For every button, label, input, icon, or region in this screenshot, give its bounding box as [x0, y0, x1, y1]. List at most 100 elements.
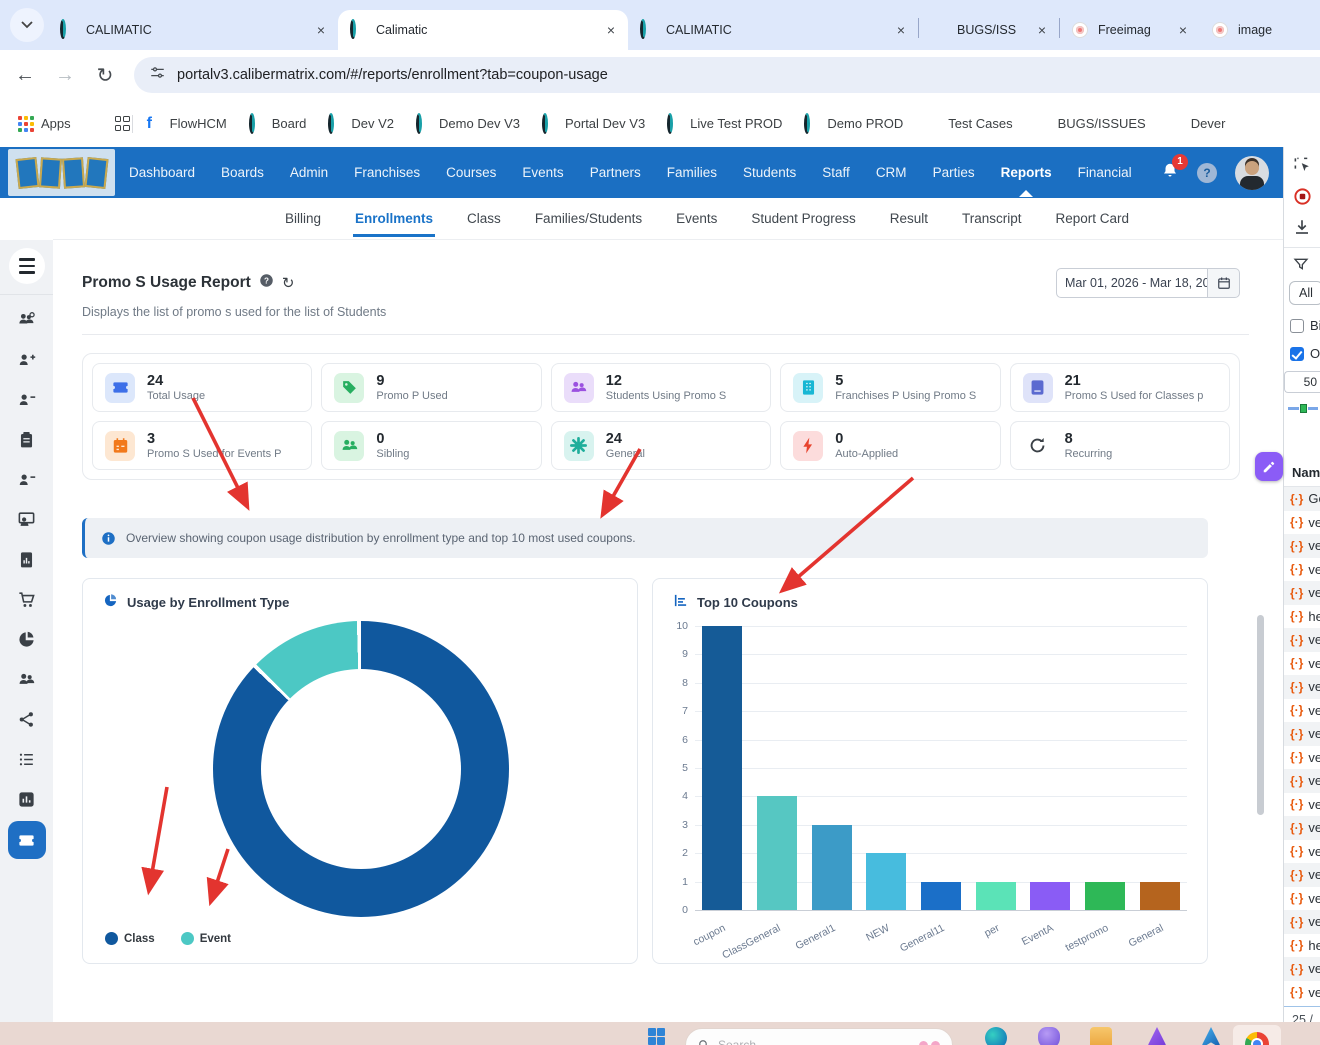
- browser-tab[interactable]: Calimatic ×: [338, 10, 628, 50]
- bookmark-item[interactable]: Dev V2: [328, 112, 394, 134]
- sidebar-item-list-icon[interactable]: [7, 739, 47, 779]
- nav-item-crm[interactable]: CRM: [876, 165, 907, 180]
- reload-icon[interactable]: ↻: [90, 63, 120, 88]
- sidebar-item-cart-icon[interactable]: [7, 579, 47, 619]
- azure-icon[interactable]: [1200, 1027, 1222, 1045]
- tab-close-icon[interactable]: ×: [604, 22, 618, 38]
- bar-coupon[interactable]: [702, 626, 743, 910]
- sidebar-item-share-icon[interactable]: [7, 699, 47, 739]
- bar-EventA[interactable]: [1030, 881, 1071, 910]
- sidebar-item-user-minus-icon[interactable]: [7, 379, 47, 419]
- taskbar-search[interactable]: Search: [685, 1028, 953, 1045]
- bookmark-item[interactable]: Live Test PROD: [667, 112, 782, 134]
- selector-row[interactable]: {·}ve: [1284, 981, 1320, 1005]
- sidebar-item-people-icon[interactable]: [7, 659, 47, 699]
- subnav-tab-report-card[interactable]: Report Card: [1053, 200, 1131, 237]
- nav-item-staff[interactable]: Staff: [822, 165, 850, 180]
- people-app-icon[interactable]: [1038, 1027, 1060, 1045]
- browser-tab[interactable]: image: [1200, 10, 1288, 50]
- browser-tab[interactable]: CALIMATIC ×: [48, 10, 338, 50]
- element-select-icon[interactable]: [1293, 156, 1320, 178]
- sidebar-item-clipboard-icon[interactable]: [7, 419, 47, 459]
- selector-row[interactable]: {·}ve: [1284, 840, 1320, 864]
- selector-row[interactable]: {·}ve: [1284, 581, 1320, 605]
- tab-close-icon[interactable]: ×: [894, 22, 908, 38]
- page-scrollbar[interactable]: [1257, 615, 1264, 815]
- bookmark-item[interactable]: Dever: [1168, 116, 1226, 132]
- checkbox-row-1[interactable]: Bi: [1290, 318, 1320, 333]
- bar-General1[interactable]: [811, 824, 852, 910]
- designer-icon[interactable]: [1146, 1027, 1168, 1045]
- record-stop-icon[interactable]: [1293, 187, 1320, 209]
- browser-tab[interactable]: BUGS/ISS ×: [919, 10, 1059, 50]
- selector-row[interactable]: {·}Ge: [1284, 487, 1320, 511]
- bar-ClassGeneral[interactable]: [757, 796, 797, 910]
- subnav-tab-enrollments[interactable]: Enrollments: [353, 200, 436, 237]
- demo-logo[interactable]: [8, 149, 115, 196]
- selector-row[interactable]: {·}ve: [1284, 722, 1320, 746]
- nav-item-events[interactable]: Events: [522, 165, 563, 180]
- date-range-input[interactable]: Mar 01, 2026 - Mar 18, 202: [1056, 268, 1208, 298]
- selector-row[interactable]: {·}ve: [1284, 793, 1320, 817]
- sidebar-item-user-plus-icon[interactable]: [7, 339, 47, 379]
- forward-icon[interactable]: →: [50, 64, 80, 87]
- legend-item-class[interactable]: Class: [105, 932, 155, 945]
- selector-row[interactable]: {·}ve: [1284, 628, 1320, 652]
- sidebar-item-report-doc-icon[interactable]: [7, 539, 47, 579]
- sidebar-item-bar-square-icon[interactable]: [7, 779, 47, 819]
- selector-row[interactable]: {·}ve: [1284, 769, 1320, 793]
- selector-row[interactable]: {·}ve: [1284, 816, 1320, 840]
- nav-item-franchises[interactable]: Franchises: [354, 165, 420, 180]
- calendar-icon[interactable]: [1208, 268, 1240, 298]
- nav-item-partners[interactable]: Partners: [590, 165, 641, 180]
- edit-pencil-fab[interactable]: [1255, 452, 1283, 481]
- sidebar-item-presentation-icon[interactable]: [7, 499, 47, 539]
- selector-row[interactable]: {·}he: [1284, 934, 1320, 958]
- browser-tab[interactable]: CALIMATIC ×: [628, 10, 918, 50]
- legend-item-event[interactable]: Event: [180, 932, 231, 945]
- selector-row[interactable]: {·}ve: [1284, 910, 1320, 934]
- bookmark-item[interactable]: Test Cases: [925, 116, 1012, 132]
- tab-close-icon[interactable]: ×: [314, 22, 328, 38]
- selector-row[interactable]: {·}ve: [1284, 511, 1320, 535]
- subnav-tab-student-progress[interactable]: Student Progress: [749, 200, 857, 237]
- bar-testpromo[interactable]: [1085, 881, 1125, 910]
- slider-icon[interactable]: [1288, 403, 1318, 413]
- filter-icon[interactable]: [1293, 256, 1320, 275]
- subnav-tab-billing[interactable]: Billing: [283, 200, 323, 237]
- sidebar-item-pie-icon[interactable]: [7, 619, 47, 659]
- subnav-tab-events[interactable]: Events: [674, 200, 719, 237]
- download-icon[interactable]: [1293, 218, 1320, 239]
- selector-row[interactable]: {·}ve: [1284, 746, 1320, 770]
- bookmark-item[interactable]: Portal Dev V3: [541, 112, 645, 134]
- selector-row[interactable]: {·}ve: [1284, 699, 1320, 723]
- avatar[interactable]: [1235, 155, 1269, 190]
- donut-chart[interactable]: [213, 621, 509, 917]
- back-icon[interactable]: ←: [10, 64, 40, 87]
- checkbox-checked[interactable]: [1290, 346, 1304, 361]
- sidebar-item-ticket-icon[interactable]: [7, 821, 46, 859]
- tab-close-icon[interactable]: ×: [1176, 22, 1190, 38]
- selector-row[interactable]: {·}ve: [1284, 652, 1320, 676]
- nav-item-courses[interactable]: Courses: [446, 165, 496, 180]
- selector-row[interactable]: {·}he: [1284, 605, 1320, 629]
- help-icon[interactable]: ?: [1197, 162, 1217, 183]
- bar-NEW[interactable]: [866, 853, 907, 910]
- chrome-taskbar-button[interactable]: [1233, 1025, 1281, 1045]
- nav-item-financial[interactable]: Financial: [1078, 165, 1132, 180]
- tab-close-icon[interactable]: ×: [1035, 22, 1049, 38]
- bookmark-item[interactable]: BUGS/ISSUES: [1035, 116, 1146, 132]
- checkbox-row-2[interactable]: O: [1290, 346, 1320, 361]
- title-refresh-icon[interactable]: ↻: [282, 274, 295, 292]
- checkbox-unchecked[interactable]: [1290, 318, 1304, 333]
- selector-row[interactable]: {·}ve: [1284, 534, 1320, 558]
- site-settings-icon[interactable]: [150, 65, 165, 85]
- bookmark-item[interactable]: Demo Dev V3: [416, 112, 520, 134]
- nav-item-reports[interactable]: Reports: [1001, 165, 1052, 180]
- nav-item-boards[interactable]: Boards: [221, 165, 264, 180]
- nav-item-dashboard[interactable]: Dashboard: [129, 165, 195, 180]
- bar-chart[interactable]: 0 1 2 3 4 5 6 7 8 9 10 coupon ClassGeneral General1 NE…: [676, 620, 1187, 962]
- bar-General11[interactable]: [921, 881, 961, 910]
- selector-row[interactable]: {·}ve: [1284, 675, 1320, 699]
- subnav-tab-families-students[interactable]: Families/Students: [533, 200, 644, 237]
